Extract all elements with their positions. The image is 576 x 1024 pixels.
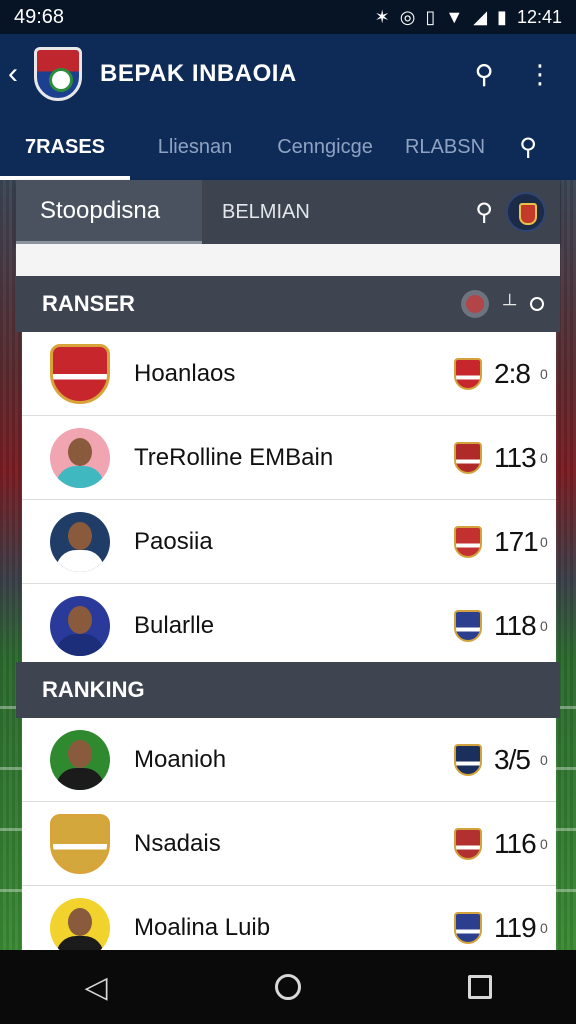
player-avatar bbox=[50, 898, 110, 958]
row-score: 113 bbox=[494, 441, 537, 473]
tab-lliesnan[interactable]: Lliesnan bbox=[130, 114, 260, 180]
status-time-left: 49:68 bbox=[14, 5, 65, 28]
team-badge-icon bbox=[454, 827, 482, 860]
status-time-right: 12:41 bbox=[516, 6, 562, 27]
team-badge-icon bbox=[454, 610, 482, 642]
tab-label: RLABSN bbox=[404, 135, 486, 158]
row-score: 119 bbox=[494, 912, 537, 943]
team-badge-icon bbox=[454, 357, 482, 390]
section-tools: ┴ bbox=[461, 290, 560, 318]
player-avatar bbox=[50, 427, 110, 488]
section-header-ranking: RANKING bbox=[16, 662, 560, 718]
system-nav-bar: ◁ bbox=[0, 950, 576, 1024]
status-icons: ✶ ◎ ▯ ▼ ◢ ▮ 12:41 bbox=[375, 7, 562, 28]
team-badge-icon bbox=[454, 525, 482, 558]
team-badge-icon bbox=[454, 912, 482, 944]
row-name: Bularlle bbox=[134, 612, 215, 639]
row-name: Nsadais bbox=[134, 829, 221, 857]
section-header-ranser: RANSER ┴ bbox=[16, 276, 560, 332]
tab-rlabsn[interactable]: RLABSN bbox=[390, 114, 500, 180]
filter-secondary-tab[interactable]: BELMIAN bbox=[202, 201, 462, 224]
spacer-strip bbox=[16, 244, 560, 276]
tab-search-icon[interactable]: ⚲ bbox=[500, 133, 556, 162]
row-name: Moanioh bbox=[134, 745, 227, 773]
status-bar: 49:68 ✶ ◎ ▯ ▼ ◢ ▮ 12:41 bbox=[0, 0, 576, 34]
tab-cenngicge[interactable]: Cenngicge bbox=[260, 114, 390, 180]
player-avatar bbox=[50, 729, 110, 790]
row-name: Moalina Luib bbox=[134, 914, 271, 941]
row-score: 116 bbox=[494, 827, 537, 859]
row-name: Paosiia bbox=[134, 527, 213, 555]
app-title: BEPAK INBAOIA bbox=[100, 60, 297, 87]
filter-search-icon[interactable]: ⚲ bbox=[462, 198, 506, 227]
player-avatar bbox=[50, 596, 110, 656]
tab-7rases[interactable]: 7RASES bbox=[0, 114, 130, 180]
team-crest-icon bbox=[50, 343, 110, 404]
tab-label: Lliesnan bbox=[157, 135, 233, 158]
row-score: 3/5 bbox=[494, 743, 531, 775]
club-logo bbox=[34, 47, 82, 101]
app-bar: ‹ BEPAK INBAOIA ⚲ ⋮ bbox=[0, 34, 576, 114]
section-title: RANSER bbox=[42, 291, 135, 316]
battery-icon: ▮ bbox=[497, 6, 507, 27]
list-item[interactable]: Nsadais 116 0 bbox=[22, 802, 556, 886]
list-item[interactable]: Bularlle 118 0 bbox=[22, 584, 556, 668]
profile-avatar[interactable] bbox=[506, 192, 546, 232]
row-score: 118 bbox=[494, 610, 537, 641]
wifi-icon: ▼ bbox=[445, 6, 464, 27]
row-score-suffix: 0 bbox=[540, 751, 548, 768]
circle-icon[interactable] bbox=[530, 297, 544, 311]
row-score-suffix: 0 bbox=[540, 365, 548, 382]
back-triangle-icon[interactable]: ◁ bbox=[66, 970, 126, 1005]
home-circle-icon[interactable] bbox=[275, 974, 301, 1000]
ranser-list: Hoanlaos 2:8 0 TreRolline EMBain 113 0 Paosiia… bbox=[22, 332, 556, 668]
row-score: 171 bbox=[494, 525, 539, 557]
vibrate-icon: ▯ bbox=[425, 6, 436, 27]
bluetooth-icon: ✶ bbox=[374, 6, 390, 27]
section-title: RANKING bbox=[42, 677, 145, 702]
list-item[interactable]: Paosiia 171 0 bbox=[22, 500, 556, 584]
more-vert-icon[interactable]: ⋮ bbox=[512, 59, 568, 90]
row-score-suffix: 0 bbox=[540, 920, 548, 936]
recents-square-icon[interactable] bbox=[468, 975, 492, 999]
row-score-suffix: 0 bbox=[540, 618, 548, 634]
list-item[interactable]: TreRolline EMBain 113 0 bbox=[22, 416, 556, 500]
filter-bar: Stoopdisna BELMIAN ⚲ bbox=[16, 180, 560, 244]
back-arrow-icon[interactable]: ‹ bbox=[8, 57, 28, 91]
team-badge-icon bbox=[454, 441, 482, 474]
list-item[interactable]: Hoanlaos 2:8 0 bbox=[22, 332, 556, 416]
tab-label: Cenngicge bbox=[277, 135, 373, 158]
tab-label: 7RASES bbox=[24, 135, 106, 158]
row-score-suffix: 0 bbox=[540, 449, 548, 466]
nfc-icon: ◎ bbox=[399, 6, 416, 27]
tab-bar: 7RASES Lliesnan Cenngicge RLABSN ⚲ bbox=[0, 114, 576, 180]
ball-icon[interactable] bbox=[461, 290, 490, 318]
row-name: TreRolline EMBain bbox=[134, 443, 334, 471]
row-score-suffix: 0 bbox=[540, 835, 548, 852]
player-avatar bbox=[50, 511, 110, 572]
team-badge-icon bbox=[454, 743, 482, 776]
row-score: 2:8 bbox=[494, 357, 531, 389]
filter-primary-label: Stoopdisna bbox=[40, 196, 161, 224]
row-score-suffix: 0 bbox=[540, 533, 548, 550]
team-crest-icon bbox=[50, 813, 110, 874]
list-item[interactable]: Moanioh 3/5 0 bbox=[22, 718, 556, 802]
filter-primary-tab[interactable]: Stoopdisna bbox=[16, 180, 202, 244]
row-name: Hoanlaos bbox=[134, 359, 236, 387]
pin-icon[interactable]: ┴ bbox=[503, 294, 516, 315]
ranking-list: Moanioh 3/5 0 Nsadais 116 0 Moalina Luib 119 0 bbox=[22, 718, 556, 970]
search-icon[interactable]: ⚲ bbox=[456, 59, 512, 90]
signal-icon: ◢ bbox=[473, 6, 488, 27]
